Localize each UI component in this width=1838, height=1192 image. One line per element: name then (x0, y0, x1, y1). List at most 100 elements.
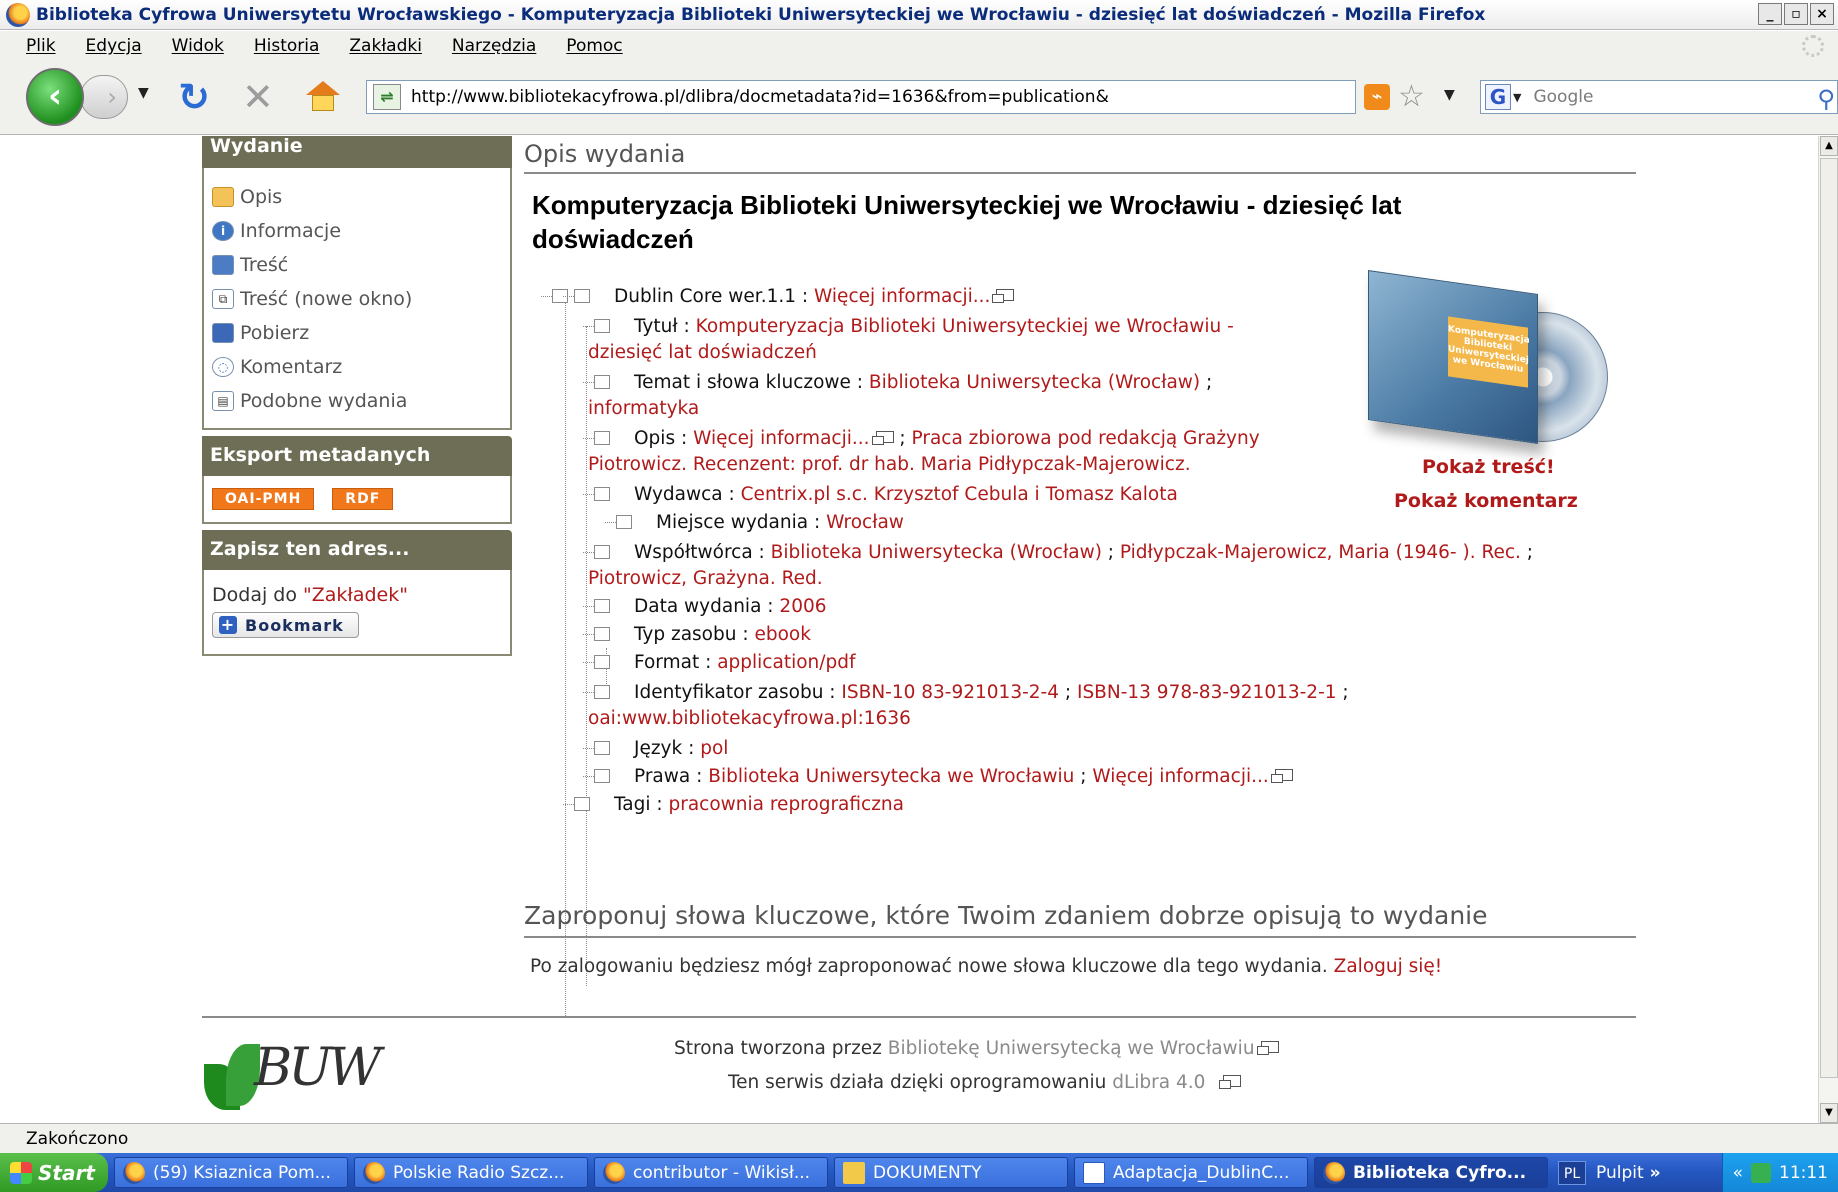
taskbar-item-active[interactable]: Biblioteka Cyfro... (1314, 1157, 1548, 1188)
url-bar[interactable]: ⇌ http://www.bibliotekacyfrowa.pl/dlibra… (366, 80, 1356, 114)
show-content-link[interactable]: Pokaż treść! (1422, 456, 1555, 478)
login-link[interactable]: Zaloguj się! (1334, 956, 1443, 977)
menu-edycja[interactable]: Edycja (86, 36, 142, 56)
external-link-icon[interactable] (992, 289, 1015, 303)
maximize-button[interactable]: ▫ (1784, 3, 1808, 25)
miejsce-value-link[interactable]: Wrocław (826, 512, 904, 533)
sidebar-item-tresc-nowe-okno[interactable]: ⧉ Treść (nowe okno) (204, 282, 510, 316)
external-link-icon[interactable] (1270, 769, 1293, 783)
tree-node-icon (583, 627, 610, 641)
temat-value-link-cont[interactable]: informatyka (588, 398, 699, 419)
isbn10-link[interactable]: ISBN-10 83-921013-2-4 (841, 682, 1059, 703)
taskbar-item[interactable]: contributor - Wikisł... (594, 1157, 828, 1188)
site-favicon-icon: ⇌ (373, 84, 401, 110)
minimize-button[interactable]: _ (1758, 3, 1782, 25)
sidebar-item-tresc[interactable]: Treść (204, 248, 510, 282)
search-bar[interactable]: G ▼ Google ⚲ (1480, 80, 1838, 114)
tray-app-icon[interactable] (1751, 1162, 1771, 1183)
temat-value-link[interactable]: Biblioteka Uniwersytecka (Wrocław) (869, 372, 1200, 393)
show-comment-link[interactable]: Pokaż komentarz (1394, 490, 1578, 512)
toolbar-chevron-icon[interactable]: » (1650, 1163, 1661, 1183)
cover-image[interactable]: Komputeryzacja Biblioteki Uniwersyteckie… (1348, 270, 1608, 462)
buw-logo[interactable]: BUW (204, 1034, 382, 1112)
more-info-link[interactable]: Więcej informacji... (693, 428, 869, 449)
vertical-scrollbar[interactable]: ▲ ▼ (1818, 136, 1838, 1123)
dlibra-link[interactable]: dLibra 4.0 (1112, 1072, 1205, 1093)
search-engine-icon[interactable]: G (1485, 84, 1511, 110)
taskbar-item[interactable]: Polskie Radio Szcz... (354, 1157, 588, 1188)
oai-identifier-link[interactable]: oai:www.bibliotekacyfrowa.pl:1636 (588, 708, 911, 729)
menu-zakladki[interactable]: Zakładki (349, 36, 422, 56)
url-text[interactable]: http://www.bibliotekacyfrowa.pl/dlibra/d… (411, 87, 1109, 107)
external-link-icon[interactable] (1219, 1075, 1242, 1089)
close-button[interactable]: × (1810, 3, 1834, 25)
search-icon[interactable]: ⚲ (1817, 85, 1835, 113)
tagi-value-link[interactable]: pracownia reprograficzna (668, 794, 904, 815)
bookmark-label: Bookmark (245, 615, 344, 635)
tree-node-icon (583, 769, 610, 783)
clock[interactable]: 11:11 (1779, 1163, 1828, 1183)
sidebar-item-pobierz[interactable]: Pobierz (204, 316, 510, 350)
start-button[interactable]: Start (0, 1153, 108, 1192)
tree-label: Dublin Core wer.1.1 (614, 286, 797, 307)
taskbar-item[interactable]: (59) Ksiaznica Pom... (114, 1157, 348, 1188)
rdf-badge[interactable]: RDF (332, 488, 394, 510)
taskbar-item[interactable]: Adaptacja_DublinC... (1074, 1157, 1308, 1188)
opis-value-link[interactable]: Praca zbiorowa pod redakcją Grażyny (912, 428, 1260, 449)
typ-value-link[interactable]: ebook (754, 624, 810, 645)
jezyk-value-link[interactable]: pol (700, 738, 728, 759)
wspoltworca-value-link-cont[interactable]: Piotrowicz, Grażyna. Red. (588, 568, 823, 589)
home-button[interactable] (306, 81, 340, 111)
bookmarks-quote[interactable]: "Zakładek" (303, 584, 408, 606)
search-input[interactable]: Google (1533, 87, 1593, 107)
rss-icon[interactable]: ⌁ (1364, 84, 1390, 110)
url-dropdown-icon[interactable]: ▼ (1444, 87, 1455, 103)
format-value-link[interactable]: application/pdf (717, 652, 855, 673)
isbn13-link[interactable]: ISBN-13 978-83-921013-2-1 (1077, 682, 1337, 703)
search-engine-dropdown-icon[interactable]: ▼ (1513, 91, 1521, 104)
reload-button[interactable]: ↻ (178, 75, 210, 119)
sidebar-item-podobne-wydania[interactable]: ▤ Podobne wydania (204, 384, 510, 418)
bookmark-button[interactable]: + Bookmark (212, 612, 359, 638)
more-info-link[interactable]: Więcej informacji... (814, 286, 990, 307)
wspoltworca-value-link[interactable]: Biblioteka Uniwersytecka (Wrocław) (771, 542, 1102, 563)
bookmark-star-icon[interactable]: ☆ (1398, 79, 1425, 115)
taskbar-item[interactable]: DOKUMENTY (834, 1157, 1068, 1188)
oai-pmh-badge[interactable]: OAI-PMH (212, 488, 315, 510)
menu-plik[interactable]: Plik (26, 36, 56, 56)
menu-pomoc[interactable]: Pomoc (566, 36, 622, 56)
menu-narzedzia[interactable]: Narzędzia (452, 36, 536, 56)
menu-historia[interactable]: Historia (254, 36, 320, 56)
sidebar-item-komentarz[interactable]: ◌ Komentarz (204, 350, 510, 384)
stop-button[interactable]: ✕ (242, 75, 274, 119)
library-link[interactable]: Bibliotekę Uniwersytecką we Wrocławiu (888, 1038, 1255, 1059)
external-link-icon[interactable] (871, 431, 894, 445)
tytul-value-link[interactable]: Komputeryzacja Biblioteki Uniwersyteckie… (696, 316, 1234, 337)
scroll-down-icon[interactable]: ▼ (1820, 1103, 1838, 1123)
history-dropdown-icon[interactable]: ▼ (138, 85, 149, 101)
tray-expand-icon[interactable]: « (1733, 1163, 1743, 1183)
more-info-link[interactable]: Więcej informacji... (1092, 766, 1268, 787)
save-address-header: Zapisz ten adres... (202, 530, 512, 570)
sidebar-item-opis[interactable]: Opis (204, 180, 510, 214)
scroll-thumb[interactable] (1820, 158, 1838, 1078)
footer-credits: Strona tworzona przez Bibliotekę Uniwers… (674, 1038, 1279, 1059)
navigation-toolbar: › ‹ ▼ ↻ ✕ ⇌ http://www.bibliotekacyfrowa… (0, 61, 1838, 135)
opis-value-link-cont[interactable]: Piotrowicz. Recenzent: prof. dr hab. Mar… (588, 454, 1191, 475)
external-link-icon[interactable] (1256, 1041, 1279, 1055)
forward-button[interactable]: › (80, 75, 128, 119)
book-icon (212, 255, 234, 275)
similar-icon: ▤ (212, 391, 234, 411)
desktop-toolbar-label[interactable]: Pulpit (1596, 1163, 1644, 1183)
menu-widok[interactable]: Widok (172, 36, 224, 56)
prawa-value-link[interactable]: Biblioteka Uniwersytecka we Wrocławiu (708, 766, 1074, 787)
sidebar-item-informacje[interactable]: i Informacje (204, 214, 510, 248)
tytul-value-link-cont[interactable]: dziesięć lat doświadczeń (588, 342, 817, 363)
wydawca-value-link[interactable]: Centrix.pl s.c. Krzysztof Cebula i Tomas… (741, 484, 1178, 505)
language-indicator[interactable]: PL (1558, 1160, 1586, 1185)
scroll-up-icon[interactable]: ▲ (1820, 136, 1838, 156)
back-button[interactable]: ‹ (26, 68, 84, 126)
tree-node-icon (583, 431, 610, 445)
data-value-link[interactable]: 2006 (779, 596, 826, 617)
wspoltworca-value-link[interactable]: Pidłypczak-Majerowicz, Maria (1946- ). R… (1120, 542, 1521, 563)
